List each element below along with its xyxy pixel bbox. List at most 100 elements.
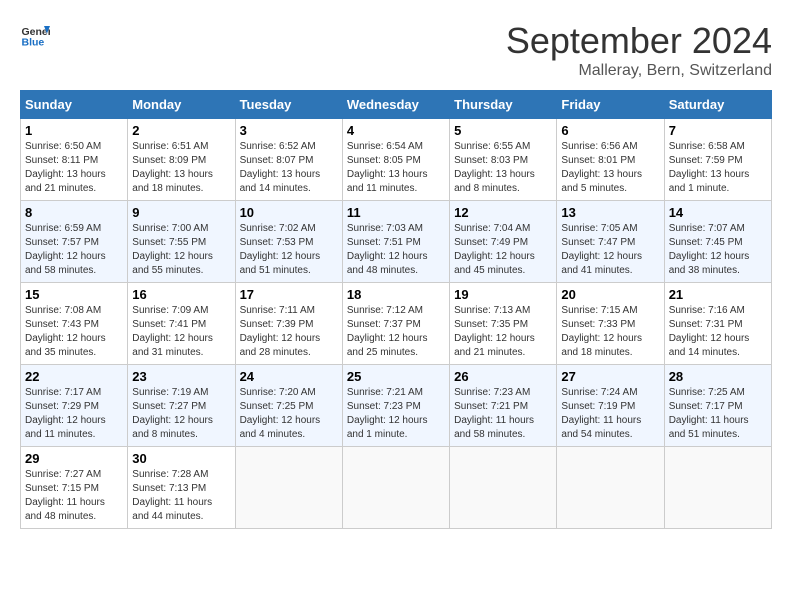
title-area: September 2024 Malleray, Bern, Switzerla… — [506, 20, 772, 80]
calendar-cell — [450, 447, 557, 529]
logo-icon: General Blue — [20, 20, 50, 50]
day-number: 21 — [669, 287, 767, 302]
calendar-cell: 30 Sunrise: 7:28 AM Sunset: 7:13 PM Dayli… — [128, 447, 235, 529]
day-detail: Sunrise: 7:03 AM Sunset: 7:51 PM Dayligh… — [347, 222, 445, 278]
calendar-cell: 27Sunrise: 7:24 AM Sunset: 7:19 PM Dayli… — [557, 365, 664, 447]
day-detail: Sunrise: 6:51 AM Sunset: 8:09 PM Dayligh… — [132, 140, 230, 196]
calendar-cell: 28Sunrise: 7:25 AM Sunset: 7:17 PM Dayli… — [664, 365, 771, 447]
calendar-cell: 26Sunrise: 7:23 AM Sunset: 7:21 PM Dayli… — [450, 365, 557, 447]
calendar-cell — [342, 447, 449, 529]
day-detail: Sunrise: 7:04 AM Sunset: 7:49 PM Dayligh… — [454, 222, 552, 278]
calendar-week-4: 29 Sunrise: 7:27 AM Sunset: 7:15 PM Dayli… — [21, 447, 772, 529]
day-detail: Sunrise: 6:52 AM Sunset: 8:07 PM Dayligh… — [240, 140, 338, 196]
day-detail: Sunrise: 7:24 AM Sunset: 7:19 PM Dayligh… — [561, 386, 659, 442]
calendar-cell: 11 Sunrise: 7:03 AM Sunset: 7:51 PM Dayli… — [342, 201, 449, 283]
calendar-cell — [664, 447, 771, 529]
day-number: 30 — [132, 451, 230, 466]
day-number: 8 — [25, 205, 123, 220]
day-detail: Sunrise: 6:54 AM Sunset: 8:05 PM Dayligh… — [347, 140, 445, 196]
day-number: 10 — [240, 205, 338, 220]
day-number: 12 — [454, 205, 552, 220]
day-number: 13 — [561, 205, 659, 220]
page-header: General Blue September 2024 Malleray, Be… — [20, 20, 772, 80]
calendar-cell — [235, 447, 342, 529]
calendar-table: SundayMondayTuesdayWednesdayThursdayFrid… — [20, 90, 772, 529]
day-detail: Sunrise: 7:07 AM Sunset: 7:45 PM Dayligh… — [669, 222, 767, 278]
day-number: 25 — [347, 369, 445, 384]
day-detail: Sunrise: 6:59 AM Sunset: 7:57 PM Dayligh… — [25, 222, 123, 278]
day-detail: Sunrise: 7:08 AM Sunset: 7:43 PM Dayligh… — [25, 304, 123, 360]
logo: General Blue — [20, 20, 50, 50]
day-detail: Sunrise: 7:21 AM Sunset: 7:23 PM Dayligh… — [347, 386, 445, 442]
calendar-cell: 21 Sunrise: 7:16 AM Sunset: 7:31 PM Dayli… — [664, 283, 771, 365]
day-detail: Sunrise: 7:02 AM Sunset: 7:53 PM Dayligh… — [240, 222, 338, 278]
day-number: 16 — [132, 287, 230, 302]
calendar-cell: 2 Sunrise: 6:51 AM Sunset: 8:09 PM Daylig… — [128, 119, 235, 201]
svg-text:Blue: Blue — [22, 37, 45, 49]
day-detail: Sunrise: 7:17 AM Sunset: 7:29 PM Dayligh… — [25, 386, 123, 442]
day-number: 17 — [240, 287, 338, 302]
day-detail: Sunrise: 7:27 AM Sunset: 7:15 PM Dayligh… — [25, 468, 123, 524]
calendar-cell: 12 Sunrise: 7:04 AM Sunset: 7:49 PM Dayli… — [450, 201, 557, 283]
calendar-cell: 10 Sunrise: 7:02 AM Sunset: 7:53 PM Dayli… — [235, 201, 342, 283]
day-detail: Sunrise: 6:50 AM Sunset: 8:11 PM Dayligh… — [25, 140, 123, 196]
day-number: 23 — [132, 369, 230, 384]
day-number: 24 — [240, 369, 338, 384]
weekday-header-friday: Friday — [557, 91, 664, 119]
calendar-cell: 1 Sunrise: 6:50 AM Sunset: 8:11 PM Daylig… — [21, 119, 128, 201]
location-title: Malleray, Bern, Switzerland — [506, 62, 772, 80]
weekday-header-tuesday: Tuesday — [235, 91, 342, 119]
day-detail: Sunrise: 6:56 AM Sunset: 8:01 PM Dayligh… — [561, 140, 659, 196]
day-number: 6 — [561, 123, 659, 138]
calendar-cell: 13 Sunrise: 7:05 AM Sunset: 7:47 PM Dayli… — [557, 201, 664, 283]
calendar-cell: 5 Sunrise: 6:55 AM Sunset: 8:03 PM Daylig… — [450, 119, 557, 201]
calendar-cell: 18 Sunrise: 7:12 AM Sunset: 7:37 PM Dayli… — [342, 283, 449, 365]
calendar-cell: 22 Sunrise: 7:17 AM Sunset: 7:29 PM Dayli… — [21, 365, 128, 447]
calendar-cell — [557, 447, 664, 529]
month-title: September 2024 — [506, 20, 772, 62]
day-detail: Sunrise: 7:15 AM Sunset: 7:33 PM Dayligh… — [561, 304, 659, 360]
calendar-cell: 25 Sunrise: 7:21 AM Sunset: 7:23 PM Dayli… — [342, 365, 449, 447]
weekday-header-saturday: Saturday — [664, 91, 771, 119]
calendar-cell: 4Sunrise: 6:54 AM Sunset: 8:05 PM Daylig… — [342, 119, 449, 201]
calendar-week-1: 8 Sunrise: 6:59 AM Sunset: 7:57 PM Daylig… — [21, 201, 772, 283]
day-number: 19 — [454, 287, 552, 302]
day-number: 29 — [25, 451, 123, 466]
day-number: 5 — [454, 123, 552, 138]
calendar-cell: 8 Sunrise: 6:59 AM Sunset: 7:57 PM Daylig… — [21, 201, 128, 283]
calendar-cell: 14Sunrise: 7:07 AM Sunset: 7:45 PM Dayli… — [664, 201, 771, 283]
day-detail: Sunrise: 7:20 AM Sunset: 7:25 PM Dayligh… — [240, 386, 338, 442]
weekday-header-row: SundayMondayTuesdayWednesdayThursdayFrid… — [21, 91, 772, 119]
calendar-cell: 23 Sunrise: 7:19 AM Sunset: 7:27 PM Dayli… — [128, 365, 235, 447]
day-number: 1 — [25, 123, 123, 138]
calendar-cell: 19Sunrise: 7:13 AM Sunset: 7:35 PM Dayli… — [450, 283, 557, 365]
day-number: 11 — [347, 205, 445, 220]
weekday-header-sunday: Sunday — [21, 91, 128, 119]
calendar-week-0: 1 Sunrise: 6:50 AM Sunset: 8:11 PM Daylig… — [21, 119, 772, 201]
day-detail: Sunrise: 7:16 AM Sunset: 7:31 PM Dayligh… — [669, 304, 767, 360]
day-number: 15 — [25, 287, 123, 302]
day-number: 22 — [25, 369, 123, 384]
day-detail: Sunrise: 7:28 AM Sunset: 7:13 PM Dayligh… — [132, 468, 230, 524]
day-number: 26 — [454, 369, 552, 384]
day-detail: Sunrise: 7:12 AM Sunset: 7:37 PM Dayligh… — [347, 304, 445, 360]
calendar-cell: 24 Sunrise: 7:20 AM Sunset: 7:25 PM Dayli… — [235, 365, 342, 447]
weekday-header-monday: Monday — [128, 91, 235, 119]
day-detail: Sunrise: 6:58 AM Sunset: 7:59 PM Dayligh… — [669, 140, 767, 196]
day-number: 9 — [132, 205, 230, 220]
day-number: 2 — [132, 123, 230, 138]
weekday-header-thursday: Thursday — [450, 91, 557, 119]
day-detail: Sunrise: 6:55 AM Sunset: 8:03 PM Dayligh… — [454, 140, 552, 196]
weekday-header-wednesday: Wednesday — [342, 91, 449, 119]
day-number: 28 — [669, 369, 767, 384]
calendar-cell: 3Sunrise: 6:52 AM Sunset: 8:07 PM Daylig… — [235, 119, 342, 201]
calendar-cell: 6 Sunrise: 6:56 AM Sunset: 8:01 PM Daylig… — [557, 119, 664, 201]
day-detail: Sunrise: 7:05 AM Sunset: 7:47 PM Dayligh… — [561, 222, 659, 278]
calendar-cell: 9Sunrise: 7:00 AM Sunset: 7:55 PM Daylig… — [128, 201, 235, 283]
calendar-cell: 15 Sunrise: 7:08 AM Sunset: 7:43 PM Dayli… — [21, 283, 128, 365]
day-detail: Sunrise: 7:19 AM Sunset: 7:27 PM Dayligh… — [132, 386, 230, 442]
day-number: 18 — [347, 287, 445, 302]
calendar-week-2: 15 Sunrise: 7:08 AM Sunset: 7:43 PM Dayli… — [21, 283, 772, 365]
day-number: 7 — [669, 123, 767, 138]
calendar-cell: 29 Sunrise: 7:27 AM Sunset: 7:15 PM Dayli… — [21, 447, 128, 529]
